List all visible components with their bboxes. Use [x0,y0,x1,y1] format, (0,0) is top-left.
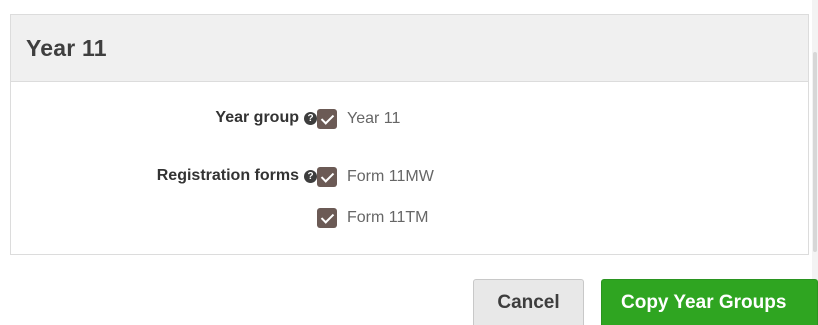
registration-forms-label-text: Registration forms [156,167,299,184]
form-11mw-checkbox[interactable] [317,167,337,187]
copy-year-groups-dialog: Year 11 Year group ? Year 11 Registratio… [0,0,818,325]
form-11mw-label: Form 11MW [347,168,434,185]
panel-header: Year 11 [11,15,808,82]
year-group-option-year-11[interactable]: Year 11 [317,109,400,129]
cancel-button[interactable]: Cancel [473,279,584,325]
help-icon[interactable]: ? [304,169,317,183]
panel-title: Year 11 [26,34,107,61]
form-11tm-checkbox[interactable] [317,208,337,228]
scrollbar-thumb[interactable] [813,52,817,252]
copy-year-groups-button[interactable]: Copy Year Groups [601,279,818,325]
registration-form-option-11mw[interactable]: Form 11MW [317,167,434,187]
registration-form-option-11tm[interactable]: Form 11TM [317,208,428,228]
help-icon[interactable]: ? [304,111,317,125]
form-11tm-label: Form 11TM [347,209,429,226]
year-panel: Year 11 Year group ? Year 11 Registratio… [10,14,809,255]
year-group-label: Year group ? [215,109,317,127]
year-group-label-text: Year group [215,109,299,126]
year-11-checkbox[interactable] [317,109,337,129]
registration-forms-label: Registration forms ? [157,167,317,185]
year-11-label: Year 11 [347,110,401,127]
